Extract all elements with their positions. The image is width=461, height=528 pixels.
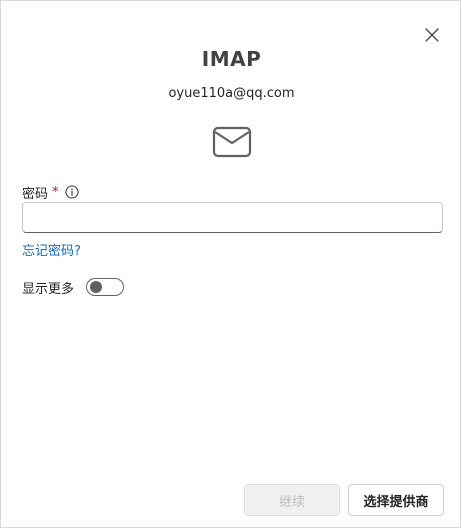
close-icon [425, 28, 439, 42]
forgot-password-link[interactable]: 忘记密码? [22, 240, 81, 259]
show-more-row: 显示更多 [22, 277, 125, 297]
mail-icon [212, 126, 252, 158]
dialog-title: IMAP [201, 47, 262, 71]
password-label: 密码 [22, 186, 49, 202]
password-input[interactable] [22, 202, 443, 233]
choose-provider-button[interactable]: 选择提供商 [348, 484, 444, 516]
required-mark: * [52, 184, 59, 200]
info-icon[interactable] [64, 185, 79, 199]
imap-dialog: IMAP oyue110a@qq.com 密码 * 忘记密码? 显示更多 继续 … [0, 0, 461, 528]
show-more-label: 显示更多 [22, 281, 75, 297]
account-email: oyue110a@qq.com [168, 86, 295, 101]
continue-button[interactable]: 继续 [244, 484, 340, 516]
close-button[interactable] [422, 25, 442, 45]
show-more-toggle[interactable] [86, 278, 125, 296]
password-label-row: 密码 * [22, 182, 79, 202]
toggle-knob [90, 281, 103, 293]
